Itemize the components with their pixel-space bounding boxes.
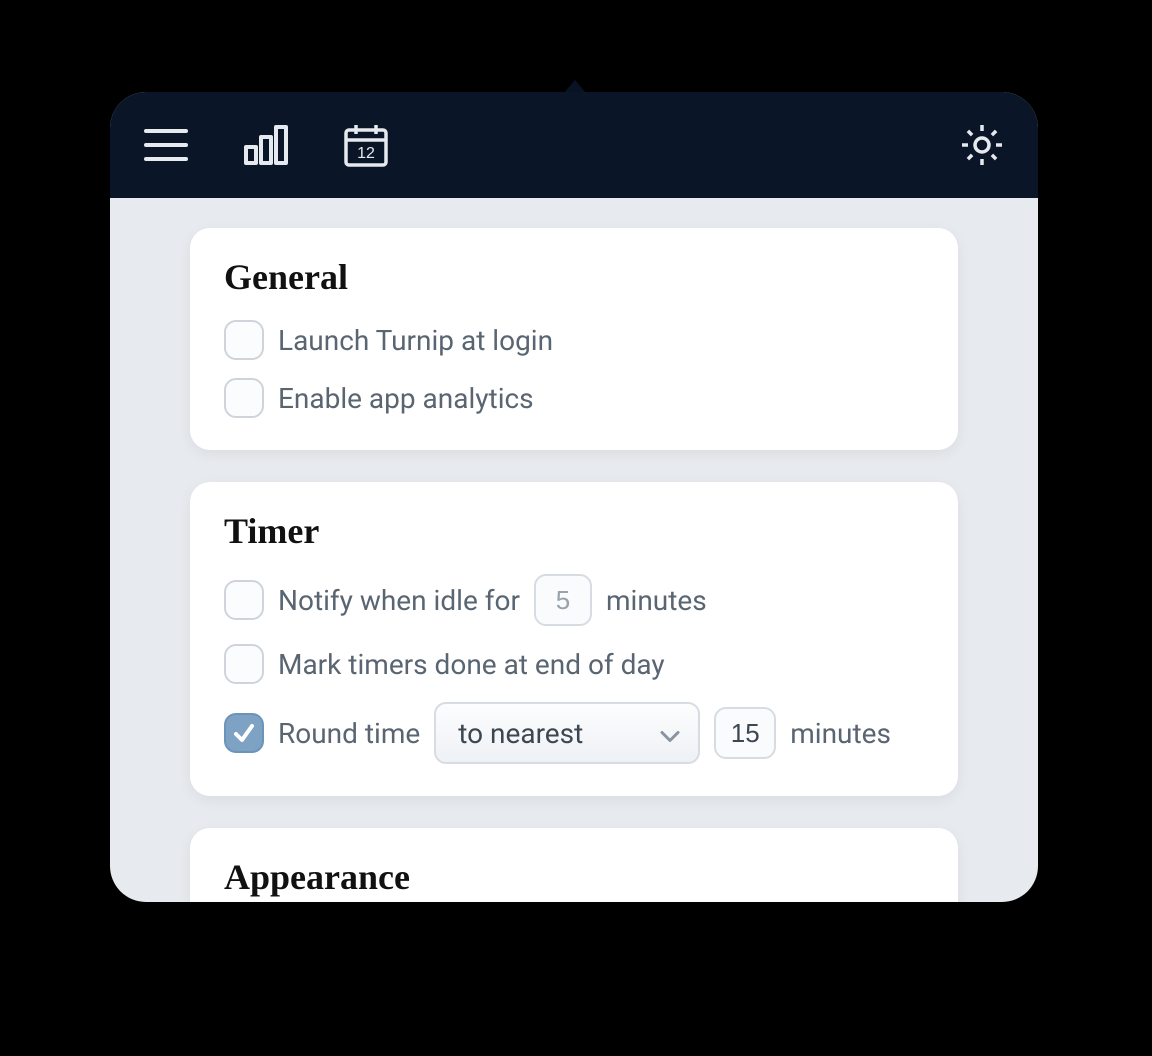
section-title-timer: Timer bbox=[224, 510, 924, 552]
input-idle-minutes[interactable] bbox=[534, 574, 592, 626]
barchart-icon bbox=[244, 125, 288, 165]
row-idle-notify: Notify when idle for minutes bbox=[224, 574, 924, 626]
section-title-general: General bbox=[224, 256, 924, 298]
calendar-button[interactable]: 12 bbox=[340, 119, 392, 171]
input-round-minutes[interactable] bbox=[714, 707, 776, 759]
label-analytics: Enable app analytics bbox=[278, 382, 534, 415]
label-round-time: Round time bbox=[278, 717, 420, 750]
checkbox-analytics[interactable] bbox=[224, 378, 264, 418]
checkbox-launch-at-login[interactable] bbox=[224, 320, 264, 360]
gear-icon bbox=[958, 121, 1006, 169]
label-launch-at-login: Launch Turnip at login bbox=[278, 324, 553, 357]
row-analytics: Enable app analytics bbox=[224, 378, 924, 418]
section-appearance: Appearance Menubar color bbox=[190, 828, 958, 902]
row-launch-at-login: Launch Turnip at login bbox=[224, 320, 924, 360]
checkbox-mark-done[interactable] bbox=[224, 644, 264, 684]
label-idle-before: Notify when idle for bbox=[278, 584, 520, 617]
stats-button[interactable] bbox=[240, 119, 292, 171]
section-title-appearance: Appearance bbox=[224, 856, 924, 898]
svg-text:12: 12 bbox=[357, 145, 375, 162]
chevron-down-icon bbox=[660, 717, 680, 750]
label-idle-after: minutes bbox=[606, 584, 707, 617]
menu-button[interactable] bbox=[140, 119, 192, 171]
row-mark-done: Mark timers done at end of day bbox=[224, 644, 924, 684]
label-round-unit: minutes bbox=[790, 717, 891, 750]
select-round-mode[interactable]: to nearest bbox=[434, 702, 700, 764]
menu-icon bbox=[144, 127, 188, 163]
section-general: General Launch Turnip at login Enable ap… bbox=[190, 228, 958, 450]
calendar-icon: 12 bbox=[343, 122, 389, 168]
settings-button[interactable] bbox=[956, 119, 1008, 171]
select-round-mode-value: to nearest bbox=[458, 717, 583, 750]
row-round-time: Round time to nearest minutes bbox=[224, 702, 924, 764]
settings-content: General Launch Turnip at login Enable ap… bbox=[110, 198, 1038, 902]
checkbox-round-time[interactable] bbox=[224, 713, 264, 753]
label-mark-done: Mark timers done at end of day bbox=[278, 648, 665, 681]
settings-popover: 12 General Launch Turnip at login bbox=[110, 92, 1038, 902]
section-timer: Timer Notify when idle for minutes Mark … bbox=[190, 482, 958, 796]
checkbox-idle-notify[interactable] bbox=[224, 580, 264, 620]
topbar: 12 bbox=[110, 92, 1038, 198]
